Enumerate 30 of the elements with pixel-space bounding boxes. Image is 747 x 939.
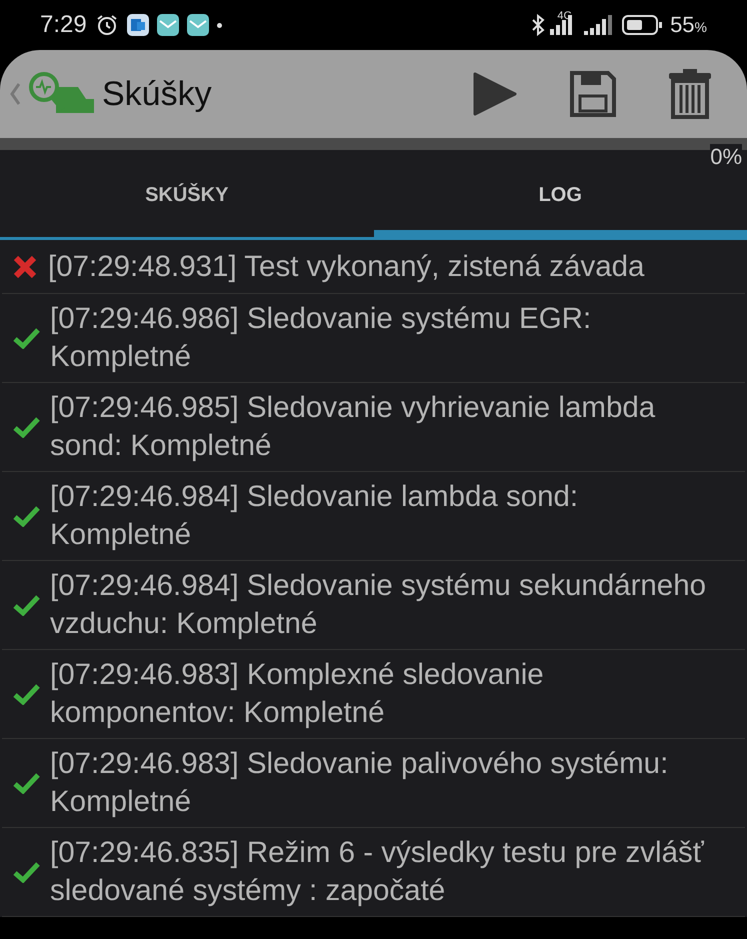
dot-icon bbox=[216, 22, 222, 28]
status-time: 7:29 bbox=[40, 11, 87, 39]
log-entry: [07:29:46.983] Sledovanie palivového systému: Kompletné bbox=[50, 746, 670, 820]
log-entry: [07:29:46.985] Sledovanie vyhrievanie lambda sond: Kompletné bbox=[50, 390, 656, 464]
check-icon bbox=[12, 416, 40, 438]
check-icon bbox=[12, 683, 40, 705]
play-icon[interactable] bbox=[471, 70, 519, 118]
log-entry: [07:29:46.983] Komplexné sledovanie komponentov: Kompletné bbox=[50, 657, 545, 731]
mail-icon bbox=[186, 14, 209, 36]
app-icon bbox=[126, 14, 149, 36]
mail-icon bbox=[156, 14, 179, 36]
log-entry: [07:29:48.931] Test vykonaný, zistená závada bbox=[48, 248, 644, 284]
check-icon bbox=[12, 772, 40, 794]
check-icon bbox=[12, 594, 40, 616]
log-entry: [07:29:46.984] Sledovanie systému sekundárneho vzduchu: Kompletné bbox=[50, 568, 708, 642]
screen-title: Skúšky bbox=[102, 74, 212, 114]
alarm-icon bbox=[94, 13, 119, 37]
log-entry: [07:29:46.984] Sledovanie lambda sond: Kompletné bbox=[50, 479, 580, 553]
log-entry: [07:29:46.986] Sledovanie systému EGR: Kompletné bbox=[50, 301, 592, 375]
check-icon bbox=[12, 505, 40, 527]
battery-icon bbox=[622, 14, 662, 36]
cross-icon bbox=[12, 254, 38, 280]
check-icon bbox=[12, 327, 40, 349]
log-entry: [07:29:46.835] Režim 6 - výsledky testu pre zvlášť sledované systémy : započaté bbox=[50, 835, 705, 909]
signal-icon bbox=[582, 15, 614, 35]
tab[interactable]: SKÚŠKY bbox=[0, 150, 374, 237]
save-icon[interactable] bbox=[569, 70, 617, 118]
check-icon bbox=[12, 861, 40, 883]
trash-icon[interactable] bbox=[667, 69, 713, 119]
battery-level: 55% bbox=[670, 12, 707, 38]
